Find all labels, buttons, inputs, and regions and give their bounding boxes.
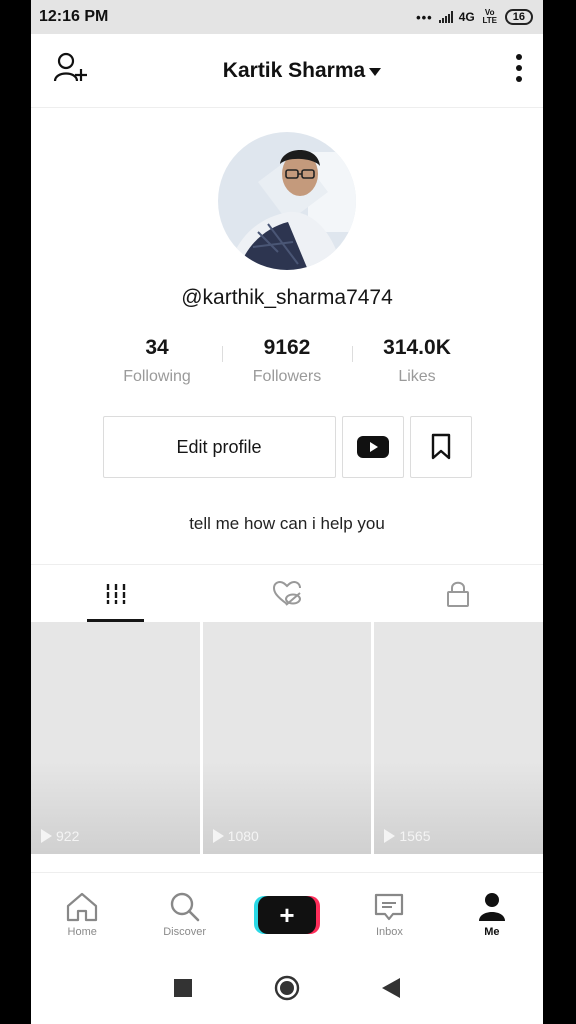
home-circle-icon[interactable]	[274, 975, 300, 1006]
inbox-icon	[375, 893, 404, 920]
nav-home-label: Home	[67, 925, 97, 938]
tab-liked[interactable]	[202, 565, 373, 622]
notification-dots-icon: •••	[416, 9, 433, 25]
recents-icon[interactable]	[174, 978, 192, 1002]
stat-divider	[221, 346, 223, 362]
nav-discover-label: Discover	[163, 925, 206, 938]
video-thumbnail[interactable]: 1080	[202, 622, 372, 854]
profile-section: @karthik_sharma7474 34 Following 9162 Fo…	[31, 108, 543, 534]
stat-label: Likes	[398, 368, 436, 385]
account-switcher[interactable]: Kartik Sharma	[222, 58, 382, 83]
nav-home[interactable]: Home	[31, 873, 133, 956]
view-count: 922	[41, 828, 79, 844]
username-handle: @karthik_sharma7474	[181, 286, 393, 309]
favorites-button[interactable]	[409, 416, 472, 478]
play-icon	[212, 829, 224, 843]
nav-inbox[interactable]: Inbox	[338, 873, 440, 956]
stat-value: 314.0K	[383, 336, 451, 359]
tab-private[interactable]	[372, 565, 543, 622]
profile-stats: 34 Following 9162 Followers 314.0K Likes	[97, 336, 477, 386]
network-type: 4G	[458, 10, 475, 24]
more-options-icon[interactable]	[515, 53, 523, 88]
signal-icon	[438, 11, 453, 23]
play-icon	[384, 829, 396, 843]
search-icon	[170, 892, 199, 921]
lock-icon	[446, 581, 469, 607]
page-title: Kartik Sharma	[222, 58, 366, 82]
home-icon	[67, 892, 98, 921]
play-icon	[41, 829, 52, 843]
tab-videos[interactable]	[31, 565, 202, 622]
bookmark-icon	[431, 433, 450, 460]
video-thumbnail[interactable]: 1565	[374, 622, 543, 854]
stat-likes[interactable]: 314.0K Likes	[357, 336, 477, 386]
phone-screen: 12:16 PM ••• 4G Vo LTE 16 Kartik Sharma	[31, 0, 543, 1024]
stat-following[interactable]: 34 Following	[97, 336, 217, 386]
chevron-down-icon	[369, 67, 382, 76]
video-thumbnail[interactable]: 922	[31, 622, 200, 854]
status-time: 12:16 PM	[39, 8, 109, 25]
status-bar: 12:16 PM ••• 4G Vo LTE 16	[31, 0, 543, 34]
youtube-button[interactable]	[341, 416, 404, 478]
stat-value: 34	[145, 336, 169, 359]
nav-me[interactable]: Me	[441, 873, 543, 956]
status-icons: ••• 4G Vo LTE 16	[416, 9, 533, 25]
view-count: 1080	[212, 828, 259, 844]
nav-create[interactable]: +	[236, 873, 338, 956]
stat-divider	[351, 346, 353, 362]
nav-me-label: Me	[484, 925, 500, 938]
view-count: 1565	[384, 828, 431, 844]
bottom-navigation: Home Discover + Inbox Me	[31, 872, 543, 956]
stat-label: Following	[123, 368, 191, 385]
avatar[interactable]	[218, 132, 356, 270]
youtube-icon	[356, 436, 389, 458]
battery-level: 16	[512, 11, 525, 23]
battery-icon: 16	[504, 9, 533, 25]
edit-profile-button[interactable]: Edit profile	[102, 416, 336, 478]
profile-icon	[478, 892, 505, 921]
profile-actions: Edit profile	[102, 416, 472, 478]
profile-tabs	[31, 564, 543, 622]
add-friend-icon[interactable]	[53, 51, 89, 90]
nav-inbox-label: Inbox	[375, 925, 403, 938]
system-navigation-bar	[31, 956, 543, 1024]
profile-bio: tell me how can i help you	[189, 514, 385, 533]
hidden-likes-icon	[272, 580, 301, 606]
create-button[interactable]: +	[258, 895, 317, 934]
nav-discover[interactable]: Discover	[133, 873, 235, 956]
grid-icon	[107, 583, 126, 604]
profile-header: Kartik Sharma	[31, 34, 543, 108]
video-grid: 922 1080 1565	[31, 622, 543, 854]
volte-indicator: Vo LTE	[482, 8, 497, 25]
stat-followers[interactable]: 9162 Followers	[227, 336, 347, 386]
stat-value: 9162	[263, 336, 311, 359]
back-icon[interactable]	[382, 977, 400, 1003]
stat-label: Followers	[252, 368, 322, 385]
plus-icon: +	[279, 899, 295, 930]
